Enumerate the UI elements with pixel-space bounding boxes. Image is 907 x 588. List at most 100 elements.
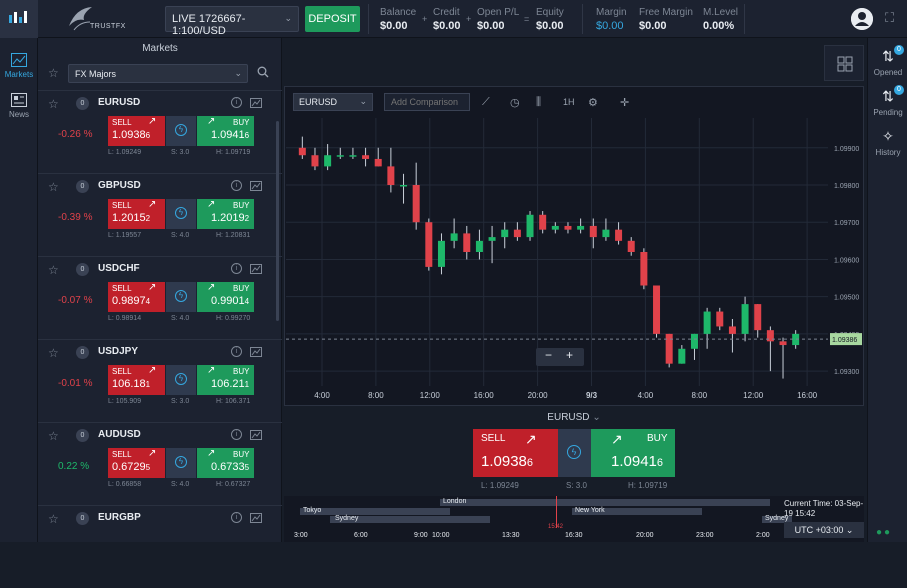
- buy-button[interactable]: ↗ BUY 106.211: [197, 365, 254, 395]
- sell-button[interactable]: SELL ↗ 1.09386: [108, 116, 165, 146]
- fullscreen-icon[interactable]: ⛶: [885, 11, 899, 25]
- session-tick: 2:00: [756, 532, 770, 539]
- candle-body: [488, 237, 496, 241]
- chevron-down-icon: ⌄: [592, 412, 601, 423]
- price-main: 106.18: [112, 378, 146, 390]
- candle-body: [741, 304, 749, 334]
- mini-chart-icon[interactable]: [250, 264, 262, 274]
- info-icon[interactable]: i: [231, 512, 242, 523]
- nav-news[interactable]: News: [0, 86, 38, 128]
- buy-button[interactable]: ↗ BUY 0.99014: [197, 282, 254, 312]
- sell-price: 1.09386: [112, 129, 150, 141]
- account-select[interactable]: LIVE 1726667-1:100/USD ⌄: [165, 6, 299, 37]
- nav-history[interactable]: ✧ History: [868, 128, 907, 157]
- stat-label: Equity: [536, 7, 564, 18]
- user-avatar-icon[interactable]: [851, 8, 873, 30]
- star-icon[interactable]: ☆: [48, 180, 59, 194]
- buy-button[interactable]: ↗ BUY 1.09416: [591, 429, 675, 477]
- mini-chart-icon[interactable]: [250, 513, 262, 523]
- indicators-icon[interactable]: ⚙: [588, 96, 598, 109]
- high-price: H: 0.67327: [216, 481, 251, 488]
- candle-body: [564, 225, 572, 230]
- markets-title: Markets: [142, 43, 178, 54]
- one-click-toggle[interactable]: ϟ: [166, 365, 196, 395]
- instrument-row[interactable]: ☆ 0 AUDUSD i 0.22 % SELL ↗ 0.67295 ϟ ↗ BUY 0.67335 L…: [38, 422, 282, 505]
- trade-symbol[interactable]: EURUSD ⌄: [284, 412, 864, 423]
- info-icon[interactable]: i: [231, 263, 242, 274]
- position-count: 0: [76, 512, 89, 525]
- filter-label: FX Majors: [75, 69, 117, 79]
- arrow-up-right-icon: ↗: [148, 448, 157, 459]
- mini-chart-icon[interactable]: [250, 98, 262, 108]
- mini-chart-icon[interactable]: [250, 347, 262, 357]
- buy-button[interactable]: ↗ BUY 0.67335: [197, 448, 254, 478]
- price-main: 106.21: [211, 378, 245, 390]
- instrument-row[interactable]: ☆ 0 USDCHF i -0.07 % SELL ↗ 0.98974 ϟ ↗ BUY 0.99014…: [38, 256, 282, 339]
- sell-button[interactable]: SELL ↗ 106.181: [108, 365, 165, 395]
- star-icon[interactable]: ☆: [48, 66, 59, 80]
- search-icon[interactable]: [257, 66, 269, 78]
- clock-icon[interactable]: ◷: [510, 96, 520, 109]
- zoom-out-button[interactable]: −: [545, 348, 552, 362]
- candle-body: [374, 158, 382, 167]
- info-icon[interactable]: i: [231, 97, 242, 108]
- timezone-select[interactable]: UTC +03:00 ⌄: [784, 522, 864, 538]
- stat-label: Balance: [380, 7, 417, 18]
- chart-type-icon[interactable]: ⟋: [482, 96, 490, 109]
- scrollbar[interactable]: [276, 121, 279, 321]
- star-icon[interactable]: ☆: [48, 429, 59, 443]
- instrument-symbol: EURGBP: [98, 512, 141, 523]
- price-main: 1.0941: [211, 129, 245, 141]
- star-icon[interactable]: ☆: [48, 512, 59, 526]
- interval-select[interactable]: 1H: [563, 97, 575, 107]
- sell-button[interactable]: SELL ↗ 0.67295: [108, 448, 165, 478]
- now-marker-label: 15:42: [548, 524, 564, 530]
- sell-button[interactable]: SELL ↗ 0.98974: [108, 282, 165, 312]
- one-click-toggle[interactable]: ϟ: [166, 448, 196, 478]
- arrow-up-right-icon: ↗: [207, 365, 216, 376]
- instrument-row[interactable]: ☆ 0 EURUSD i -0.26 % SELL ↗ 1.09386 ϟ ↗ BUY 1.09416…: [38, 90, 282, 173]
- crosshair-icon[interactable]: ✛: [620, 96, 629, 109]
- price-chart[interactable]: [286, 118, 828, 386]
- nav-pending[interactable]: ⇅ 0 Pending: [868, 85, 907, 117]
- instrument-row[interactable]: ☆ 0 EURGBP i: [38, 505, 282, 588]
- instrument-row[interactable]: ☆ 0 USDJPY i -0.01 % SELL ↗ 106.181 ϟ ↗ BUY 106.211…: [38, 339, 282, 422]
- candle-body: [602, 229, 610, 238]
- layout-grid-button[interactable]: [824, 45, 864, 81]
- zoom-in-button[interactable]: +: [566, 348, 573, 362]
- candle-body: [615, 229, 623, 241]
- sell-button[interactable]: SELL ↗ 1.20152: [108, 199, 165, 229]
- trade-high: H: 1.09719: [628, 481, 668, 490]
- add-comparison-input[interactable]: [384, 93, 470, 111]
- star-icon[interactable]: ☆: [48, 97, 59, 111]
- info-icon[interactable]: i: [231, 346, 242, 357]
- star-icon[interactable]: ☆: [48, 263, 59, 277]
- arrow-up-right-icon: ↗: [207, 116, 216, 127]
- info-icon[interactable]: i: [231, 180, 242, 191]
- one-click-toggle[interactable]: ϟ: [558, 429, 591, 477]
- star-icon[interactable]: ☆: [48, 346, 59, 360]
- buy-button[interactable]: ↗ BUY 1.20192: [197, 199, 254, 229]
- mini-chart-icon[interactable]: [250, 181, 262, 191]
- candle-body: [298, 147, 306, 156]
- info-icon[interactable]: i: [231, 429, 242, 440]
- candle-body: [577, 225, 585, 230]
- candle-body: [463, 233, 471, 252]
- stat-value: $0.00: [433, 20, 461, 32]
- one-click-toggle[interactable]: ϟ: [166, 199, 196, 229]
- mini-chart-icon[interactable]: [250, 430, 262, 440]
- market-filter-select[interactable]: FX Majors ⌄: [68, 64, 248, 83]
- y-tick-label: 1.09500: [834, 295, 859, 302]
- nav-opened[interactable]: ⇅ 0 Opened: [868, 45, 907, 77]
- sell-button[interactable]: SELL ↗ 1.09386: [473, 429, 558, 477]
- nav-markets[interactable]: Markets: [0, 46, 38, 88]
- one-click-toggle[interactable]: ϟ: [166, 282, 196, 312]
- position-count: 0: [76, 97, 89, 110]
- deposit-button[interactable]: DEPOSIT: [305, 6, 360, 32]
- one-click-toggle[interactable]: ϟ: [166, 116, 196, 146]
- candles-icon[interactable]: ⫼: [536, 96, 541, 109]
- chart-symbol-select[interactable]: EURUSD ⌄: [293, 93, 373, 111]
- instrument-row[interactable]: ☆ 0 GBPUSD i -0.39 % SELL ↗ 1.20152 ϟ ↗ BUY 1.20192…: [38, 173, 282, 256]
- app-logo-icon[interactable]: [0, 0, 38, 38]
- buy-button[interactable]: ↗ BUY 1.09416: [197, 116, 254, 146]
